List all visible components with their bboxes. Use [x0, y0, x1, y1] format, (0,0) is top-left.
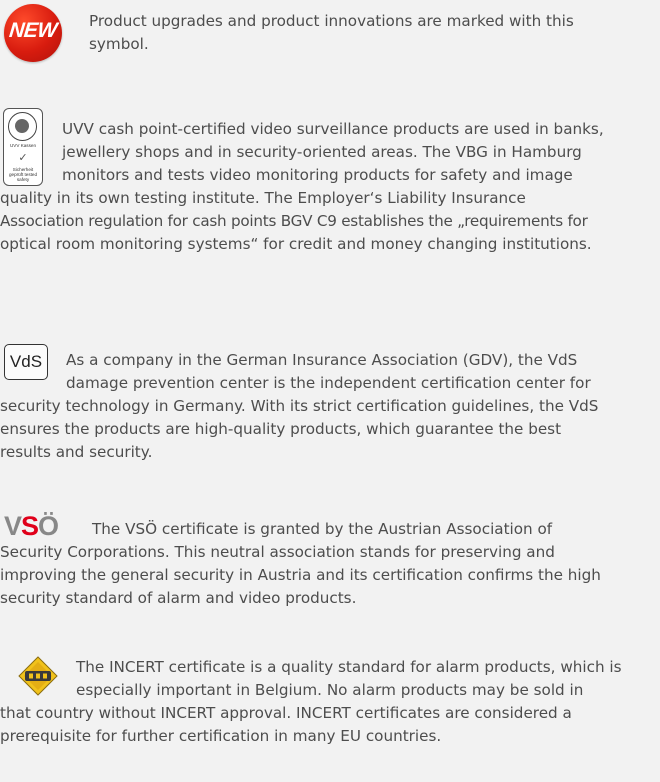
text-line: monitors and tests video monitoring prod… — [62, 166, 573, 185]
new-badge-label: NEW — [8, 19, 59, 42]
vds-description: security technology in Germany. With its… — [0, 395, 598, 465]
incert-description-indented: The INCERT certificate is a quality stan… — [76, 656, 622, 702]
text-line: ensures the products are high-quality pr… — [0, 420, 562, 439]
vso-logo: VSÖ — [4, 511, 59, 541]
uvv-description-indented: UVV cash point-certified video surveilla… — [62, 118, 604, 188]
text-line: UVV cash point-certified video surveilla… — [62, 120, 604, 138]
text-line: As a company in the German Insurance Ass… — [66, 351, 578, 369]
text-line: optical room monitoring systems“ for cre… — [0, 235, 592, 254]
text-line: jewellery shops and in security-oriented… — [62, 143, 582, 162]
incert-logo-icon — [18, 656, 58, 696]
vso-description: Security Corporations. This neutral asso… — [0, 541, 601, 611]
text-line: Association regulation for cash points B… — [0, 212, 588, 231]
seal-ring — [8, 112, 37, 141]
text-line: Security Corporations. This neutral asso… — [0, 543, 555, 561]
text-line: prerequisite for further certification i… — [0, 727, 442, 746]
vso-description-indented: The VSÖ certificate is granted by the Au… — [92, 518, 552, 541]
text-line: results and security. — [0, 443, 153, 462]
text-line: The INCERT certificate is a quality stan… — [76, 658, 622, 676]
new-badge-icon: NEW — [4, 4, 62, 62]
text-line: symbol. — [89, 35, 149, 54]
text-line: security standard of alarm and video pro… — [0, 589, 357, 608]
text-line: damage prevention center is the independ… — [66, 374, 591, 393]
text-line: improving the general security in Austri… — [0, 566, 601, 585]
text-line: quality in its own testing institute. Th… — [0, 189, 526, 207]
new-description: Product upgrades and product innovations… — [89, 10, 574, 56]
seal-text-bottom: Sicherheit geprüft tested safety — [8, 167, 38, 182]
text-line: that country without INCERT approval. IN… — [0, 704, 572, 722]
text-line: The VSÖ certificate is granted by the Au… — [92, 520, 553, 538]
check-icon: ✓ — [18, 151, 28, 164]
text-line: security technology in Germany. With its… — [0, 397, 599, 415]
incert-description: that country without INCERT approval. IN… — [0, 702, 572, 748]
text-line: especially important in Belgium. No alar… — [76, 681, 584, 700]
text-line: Product upgrades and product innovations… — [89, 12, 574, 30]
vds-description-indented: As a company in the German Insurance Ass… — [66, 349, 591, 395]
seal-text-mid: UVV Kassen — [9, 143, 37, 148]
uvv-certification-seal-icon: UVV Kassen ✓ Sicherheit geprüft tested s… — [3, 108, 43, 186]
uvv-description: quality in its own testing institute. Th… — [0, 187, 592, 257]
vds-logo: VdS — [4, 344, 48, 380]
